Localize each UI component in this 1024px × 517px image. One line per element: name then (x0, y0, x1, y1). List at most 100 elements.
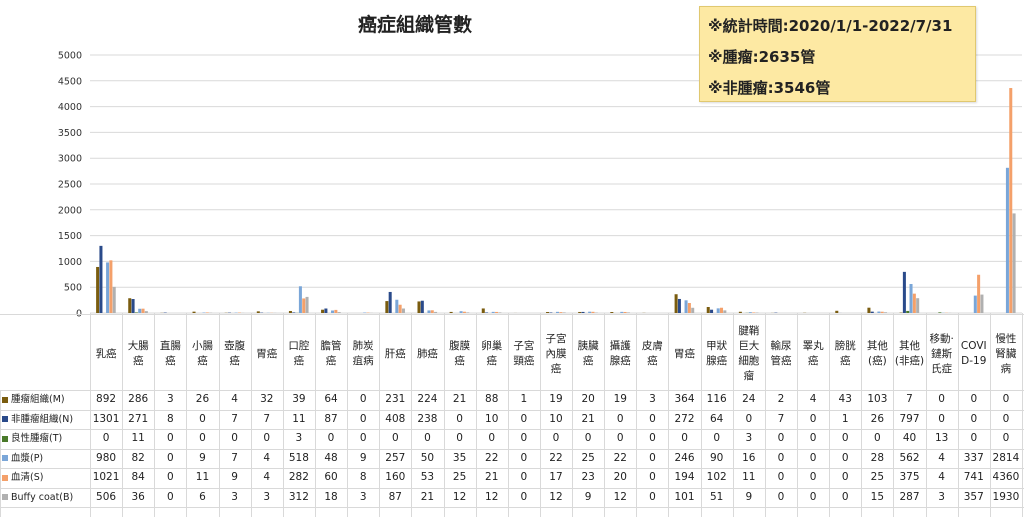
y-tick-label: 4500 (58, 76, 82, 87)
bar (687, 302, 691, 313)
legend-swatch (2, 455, 8, 461)
table-cell: 16 (742, 451, 756, 464)
table-cell: 0 (809, 451, 817, 464)
table-cell: 0 (199, 432, 206, 444)
table-cell: 90 (709, 451, 724, 464)
category-label: COVI D-19 (958, 318, 990, 390)
legend-name: 血清(S) (11, 472, 44, 483)
bar (109, 260, 113, 313)
category-label: 其他 (癌) (861, 318, 893, 390)
table-cell: 0 (649, 490, 656, 503)
table-cell: 7 (777, 412, 785, 425)
category-label: 口腔癌 (283, 318, 315, 390)
info-tumor-count: ※腫瘤:2635管 (708, 48, 816, 66)
table-cell: 12 (452, 490, 467, 503)
category-label: 大腸癌 (122, 318, 154, 390)
bar (288, 310, 292, 313)
table-cell: 0 (1002, 393, 1010, 405)
table-cell: 0 (809, 432, 817, 444)
table-cell: 282 (288, 471, 309, 483)
category-label: 慢性 腎臟病 (990, 318, 1022, 390)
table-cell: 375 (899, 471, 920, 483)
table-cell: 2814 (992, 451, 1020, 464)
category-label: 肺癌 (411, 318, 443, 390)
table-cell: 12 (549, 490, 563, 503)
bar (292, 312, 296, 313)
table-cell: 1930 (992, 490, 1020, 503)
table-cell: 25 (581, 451, 595, 464)
table-cell: 7 (231, 412, 238, 425)
table-cell: 18 (324, 490, 338, 503)
table-cell: 194 (674, 471, 695, 483)
category-label: 肺炭 疽病 (347, 318, 379, 390)
table-cell: 271 (128, 412, 149, 425)
bar (495, 311, 499, 313)
table-cell: 238 (417, 412, 438, 425)
table-cell: 64 (709, 412, 724, 425)
table-cell: 22 (549, 451, 563, 464)
table-cell: 0 (874, 432, 881, 444)
category-label-text: 膽管癌 (320, 340, 342, 367)
category-label-text: 子宮 頸癌 (513, 340, 535, 367)
bar (417, 301, 421, 313)
bar (401, 308, 405, 313)
table-vline (1022, 313, 1023, 517)
table-cell: 15 (870, 490, 885, 503)
table-cell: 87 (388, 490, 402, 503)
table-cell: 0 (166, 471, 174, 483)
bar (610, 312, 614, 313)
category-label-text: 攝護 腺癌 (609, 340, 631, 367)
table-cell: 0 (456, 432, 463, 444)
category-label-text: 肝癌 (384, 347, 406, 360)
table-cell: 0 (841, 471, 849, 483)
category-label: 胰臟癌 (572, 318, 604, 390)
legend-swatch (2, 396, 8, 403)
bar (835, 310, 839, 313)
bar (398, 304, 402, 313)
category-label-text: 胃癌 (256, 347, 278, 360)
category-label-text: 大腸癌 (127, 340, 149, 367)
bar (867, 307, 871, 313)
table-cell: 3 (649, 393, 656, 405)
bar (723, 310, 727, 313)
bar (578, 311, 582, 313)
table-cell: 0 (649, 432, 656, 444)
table-cell: 17 (549, 471, 563, 483)
table-cell: 0 (584, 432, 592, 444)
table-cell: 0 (520, 451, 528, 464)
bar (674, 294, 678, 313)
table-cell: 23 (581, 471, 595, 483)
table-cell: 0 (327, 432, 335, 444)
legend-swatch (2, 494, 8, 500)
table-cell: 246 (674, 451, 695, 464)
bar (562, 312, 566, 313)
table-cell: 7 (263, 412, 271, 425)
y-tick-label: 1500 (58, 231, 82, 242)
bar (420, 300, 424, 313)
bar (620, 311, 624, 313)
table-cell: 26 (195, 393, 210, 405)
table-cell: 1 (841, 412, 849, 425)
bar (684, 300, 688, 313)
bar (980, 294, 984, 313)
table-cell: 9 (199, 451, 206, 464)
table-cell: 21 (485, 471, 499, 483)
bar (710, 309, 714, 313)
table-cell: 892 (96, 393, 117, 405)
table-cell: 8 (166, 412, 174, 425)
table-cell: 3 (745, 432, 753, 444)
table-cell: 3 (359, 490, 367, 503)
category-label: 胃癌 (251, 318, 283, 390)
table-cell: 0 (552, 432, 560, 444)
table-cell: 0 (520, 412, 528, 425)
table-cell: 10 (485, 412, 499, 425)
y-tick-label: 2000 (58, 205, 82, 216)
table-cell: 6 (199, 490, 206, 503)
y-tick-label: 3500 (58, 128, 82, 139)
category-label: 皮膚癌 (636, 318, 668, 390)
table-cell: 25 (452, 471, 467, 483)
table-cell: 50 (420, 451, 435, 464)
bar (462, 311, 466, 313)
category-label: 卵巢癌 (476, 318, 508, 390)
bars-group (96, 88, 1016, 314)
